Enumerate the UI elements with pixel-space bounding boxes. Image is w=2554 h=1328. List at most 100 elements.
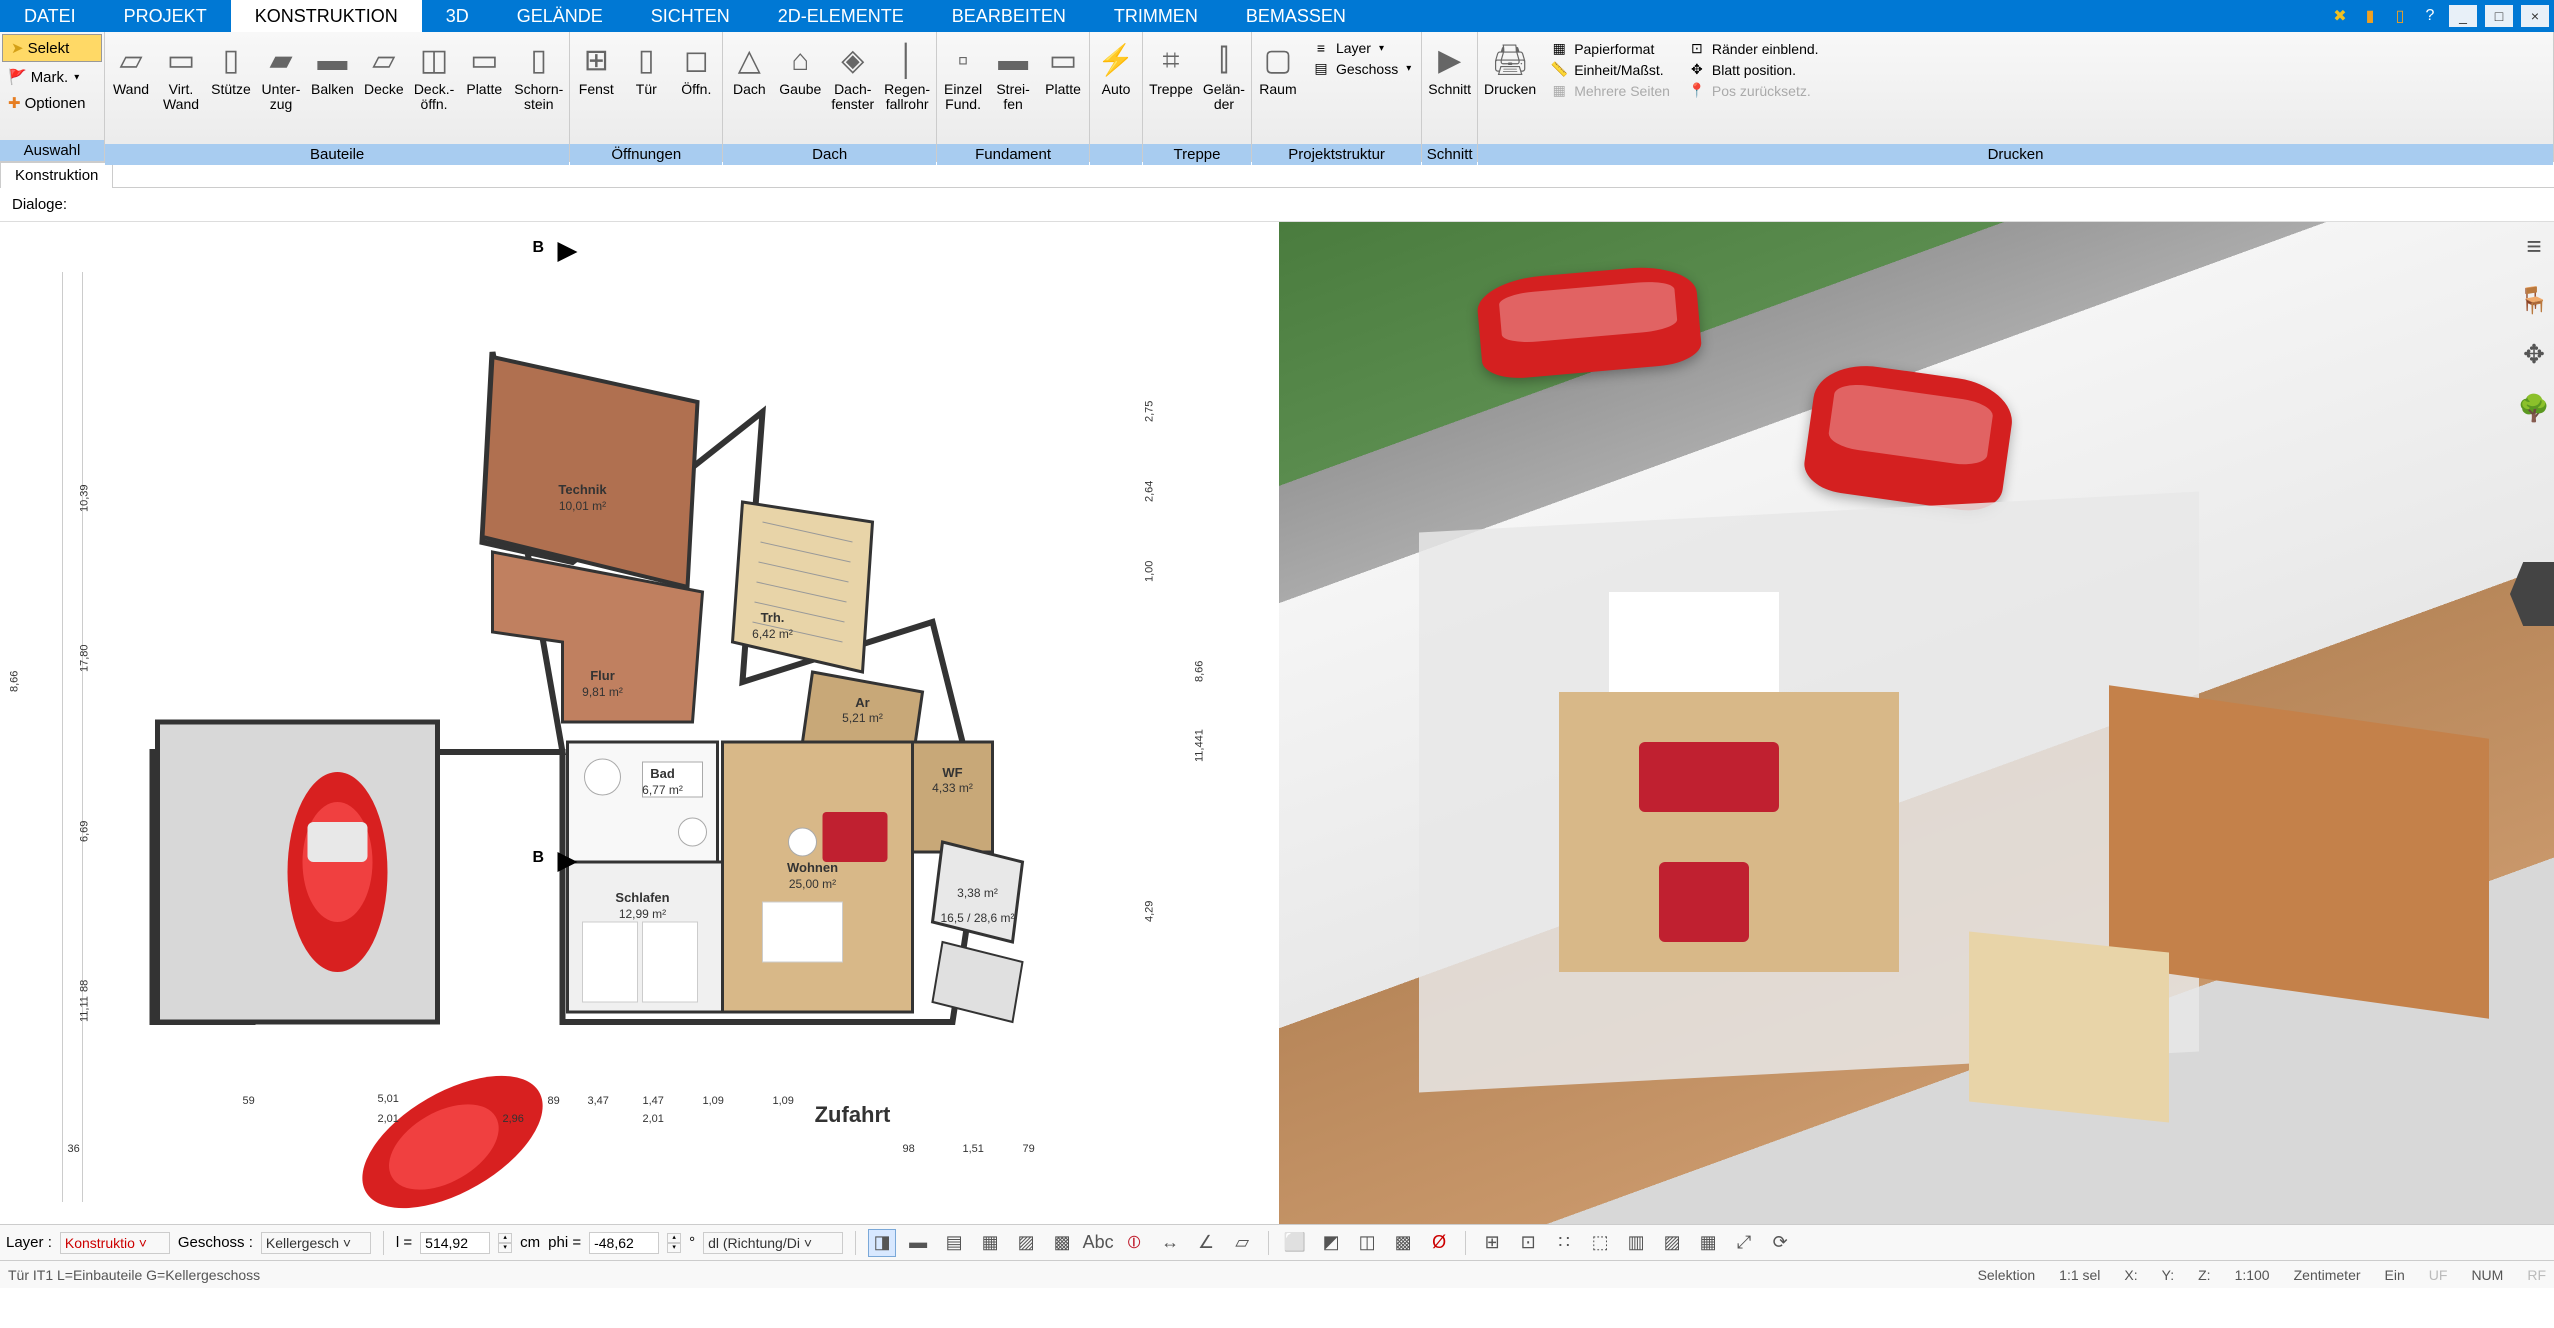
furniture-panel-button[interactable]: 🪑 (2516, 282, 2552, 318)
stuetze-button[interactable]: ▯Stütze (207, 36, 255, 99)
tab-sichten[interactable]: SICHTEN (627, 0, 754, 32)
ortho-button[interactable]: ⊡ (1514, 1229, 1542, 1257)
angle-button[interactable]: ∠ (1192, 1229, 1220, 1257)
platte-button[interactable]: ▭Platte (460, 36, 508, 99)
phi-spinner[interactable]: ▴▾ (667, 1233, 681, 1253)
mehrere-seiten-button[interactable]: ▦Mehrere Seiten (1550, 82, 1670, 99)
view-shaded-button[interactable]: ◩ (1317, 1229, 1345, 1257)
tab-2d-elemente[interactable]: 2D-ELEMENTE (754, 0, 928, 32)
view-hidden-button[interactable]: Ø (1425, 1229, 1453, 1257)
refresh-button[interactable]: ⟳ (1766, 1229, 1794, 1257)
move-panel-button[interactable]: ✥ (2516, 336, 2552, 372)
schnitt-button[interactable]: ▶Schnitt (1424, 36, 1475, 99)
ribbon-group-treppe: ⌗Treppe ⫿Gelän- der Treppe (1143, 32, 1252, 161)
svg-text:17,80: 17,80 (79, 644, 91, 672)
view-top-button[interactable]: ⬜ (1281, 1229, 1309, 1257)
gaube-button[interactable]: ⌂Gaube (775, 36, 825, 99)
platte-fund-button[interactable]: ▭Platte (1039, 36, 1087, 99)
snap-grid-button[interactable]: ▦ (976, 1229, 1004, 1257)
papierformat-button[interactable]: ▦Papierformat (1550, 40, 1670, 57)
dim-toggle-button[interactable]: ▦ (1694, 1229, 1722, 1257)
optionen-button[interactable]: ✚Optionen (0, 90, 104, 116)
snap-intersection-button[interactable]: ▨ (1012, 1229, 1040, 1257)
snap-midpoint-button[interactable]: ▬ (904, 1229, 932, 1257)
tab-bearbeiten[interactable]: BEARBEITEN (928, 0, 1090, 32)
unterzug-button[interactable]: ▰Unter- zug (257, 36, 305, 115)
fenst-button[interactable]: ⊞Fenst (572, 36, 620, 99)
virt-wand-button[interactable]: ▭Virt. Wand (157, 36, 205, 115)
book-icon[interactable]: ▯ (2388, 4, 2412, 28)
snap-endpoint-button[interactable]: ◨ (868, 1229, 896, 1257)
gelaender-button[interactable]: ⫿Gelän- der (1199, 36, 1249, 115)
l-spinner[interactable]: ▴▾ (498, 1233, 512, 1253)
dach-button[interactable]: △Dach (725, 36, 773, 99)
einzelfund-button[interactable]: ▫Einzel Fund. (939, 36, 987, 115)
folder-icon[interactable]: ▮ (2358, 4, 2382, 28)
tab-projekt[interactable]: PROJEKT (100, 0, 231, 32)
selekt-button[interactable]: ➤Selekt (2, 34, 102, 62)
streifen-button[interactable]: ▬Strei- fen (989, 36, 1037, 115)
einheit-massst-button[interactable]: 📏Einheit/Maßst. (1550, 61, 1670, 78)
mark-button[interactable]: 🚩Mark.▾ (0, 64, 104, 90)
sub-tab-konstruktion[interactable]: Konstruktion (0, 162, 113, 188)
plants-panel-button[interactable]: 🌳 (2516, 390, 2552, 426)
dl-select[interactable]: dl (Richtung/Di ˅ (703, 1232, 843, 1254)
oeffn-button[interactable]: ◻Öffn. (672, 36, 720, 99)
grid-toggle-button[interactable]: ⊞ (1478, 1229, 1506, 1257)
storey-icon: ▤ (1312, 60, 1330, 77)
auto-button[interactable]: ⚡Auto (1092, 36, 1140, 99)
walls-toggle-button[interactable]: ▥ (1622, 1229, 1650, 1257)
schornstein-button[interactable]: ▯Schorn- stein (510, 36, 567, 115)
tab-trimmen[interactable]: TRIMMEN (1090, 0, 1222, 32)
snap-perpendicular-button[interactable]: ▩ (1048, 1229, 1076, 1257)
tab-bemassen[interactable]: BEMASSEN (1222, 0, 1370, 32)
geschoss-select[interactable]: Kellergesch ˅ (261, 1232, 371, 1254)
dimension-button[interactable]: ↔ (1156, 1229, 1184, 1257)
extents-toggle-button[interactable]: ⬚ (1586, 1229, 1614, 1257)
help-icon[interactable]: ? (2418, 4, 2442, 28)
hatch-toggle-button[interactable]: ▨ (1658, 1229, 1686, 1257)
view-texture-button[interactable]: ▩ (1389, 1229, 1417, 1257)
decke-button[interactable]: ▱Decke (360, 36, 408, 99)
measure-button[interactable]: ⦶ (1120, 1229, 1148, 1257)
minimize-button[interactable]: _ (2449, 5, 2477, 27)
tools-icon[interactable]: ✖ (2328, 4, 2352, 28)
pos-zuruecksetz-button[interactable]: 📍Pos zurücksetz. (1688, 82, 1819, 99)
snap-center-button[interactable]: ▤ (940, 1229, 968, 1257)
blatt-position-button[interactable]: ✥Blatt position. (1688, 61, 1819, 78)
raender-einblend-button[interactable]: ⊡Ränder einblend. (1688, 40, 1819, 57)
maximize-button[interactable]: □ (2485, 5, 2513, 27)
text-tool-button[interactable]: Abc (1084, 1229, 1112, 1257)
dachfenster-button[interactable]: ◈Dach- fenster (827, 36, 878, 115)
phi-input[interactable] (589, 1232, 659, 1254)
geschoss-dropdown[interactable]: ▤Geschoss▾ (1312, 60, 1411, 77)
l-input[interactable] (420, 1232, 490, 1254)
group-label-auswahl: Auswahl (0, 140, 104, 161)
tab-konstruktion[interactable]: KONSTRUKTION (231, 0, 422, 32)
beam-icon: ▰ (269, 38, 292, 82)
tab-datei[interactable]: DATEI (0, 0, 100, 32)
tab-gelaende[interactable]: GELÄNDE (493, 0, 627, 32)
treppe-button[interactable]: ⌗Treppe (1145, 36, 1197, 99)
tab-3d[interactable]: 3D (422, 0, 493, 32)
osnap-button[interactable]: ∷ (1550, 1229, 1578, 1257)
3d-view[interactable] (1279, 222, 2554, 1224)
tuer-button[interactable]: ▯Tür (622, 36, 670, 99)
raum-button[interactable]: ▢Raum (1254, 36, 1302, 99)
view-wireframe-button[interactable]: ◫ (1353, 1229, 1381, 1257)
regenfallrohr-button[interactable]: │Regen- fallrohr (880, 36, 934, 115)
deckoeffn-button[interactable]: ◫Deck.- öffn. (410, 36, 458, 115)
layer-select[interactable]: Konstruktio ˅ (60, 1232, 170, 1254)
layers-panel-button[interactable]: ≡ (2516, 228, 2552, 264)
zoom-extents-button[interactable]: ⤢ (1730, 1229, 1758, 1257)
drucken-button[interactable]: 🖨Drucken (1480, 36, 1540, 99)
topbar-right: ✖ ▮ ▯ ? _ □ × (2328, 0, 2554, 32)
slab-icon: ▭ (470, 38, 498, 82)
l-label: l = (396, 1234, 412, 1251)
layer-dropdown[interactable]: ≡Layer▾ (1312, 40, 1411, 56)
close-button[interactable]: × (2521, 5, 2549, 27)
wand-button[interactable]: ▱Wand (107, 36, 155, 99)
2d-view[interactable]: Technik 10,01 m² Flur 9,81 m² Trh. 6,42 … (0, 222, 1279, 1224)
balken-button[interactable]: ▬Balken (307, 36, 358, 99)
area-button[interactable]: ▱ (1228, 1229, 1256, 1257)
